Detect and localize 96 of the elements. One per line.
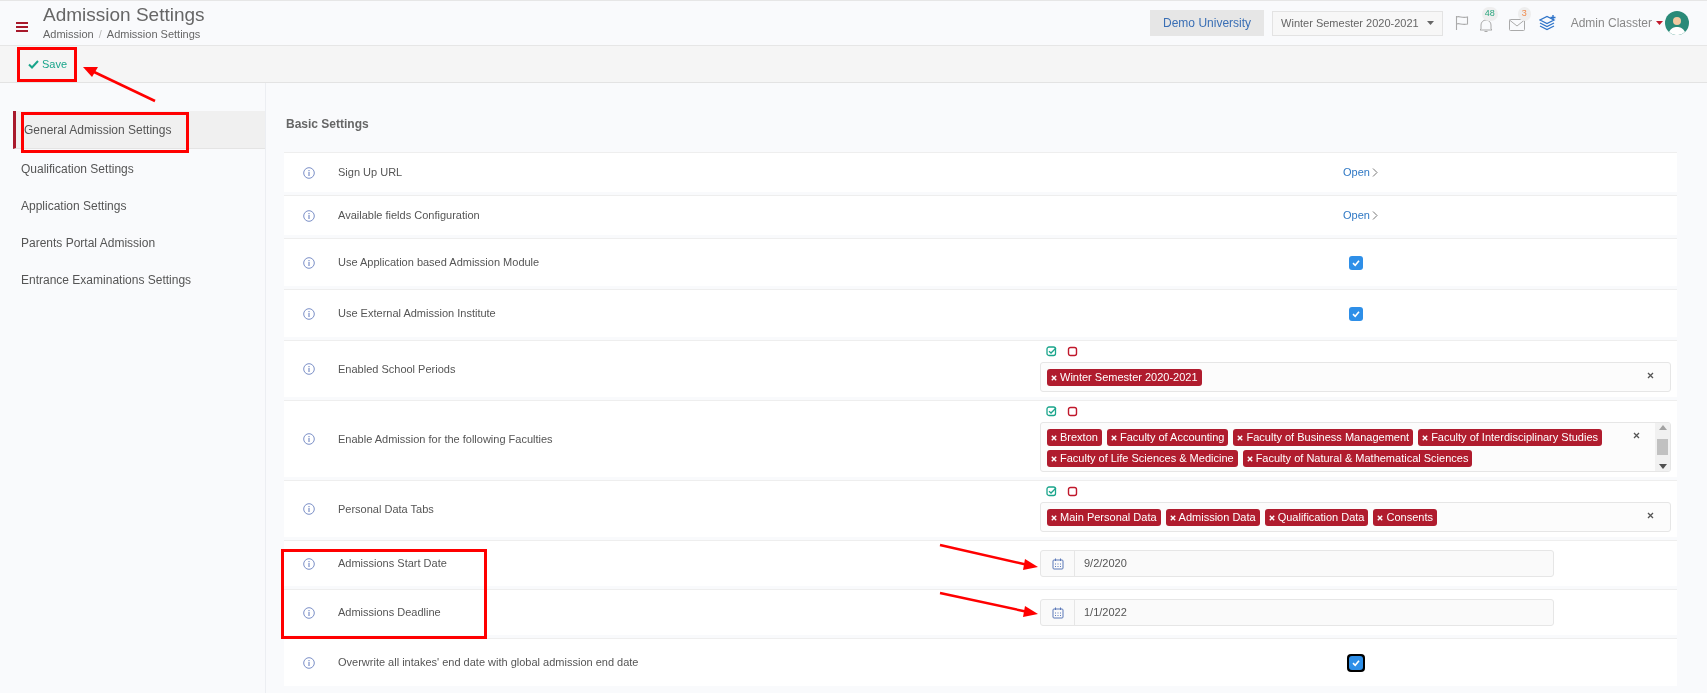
date-value: 9/2/2020 <box>1083 556 1127 572</box>
remove-icon[interactable] <box>1110 434 1117 441</box>
setting-label: Admissions Deadline <box>338 605 441 621</box>
info-icon[interactable] <box>303 256 315 269</box>
remove-icon[interactable] <box>1246 455 1253 462</box>
setting-label: Use External Admission Institute <box>338 306 496 322</box>
info-icon[interactable] <box>303 557 315 570</box>
breadcrumb-link[interactable]: Admission <box>43 25 94 43</box>
remove-icon[interactable] <box>1051 434 1057 441</box>
mail-icon[interactable] <box>1508 19 1525 31</box>
layers-plus-icon[interactable] <box>1538 15 1557 31</box>
deselect-all-icon[interactable] <box>1067 346 1078 357</box>
info-icon[interactable] <box>303 307 315 320</box>
setting-label: Sign Up URL <box>338 165 403 181</box>
setting-label: Personal Data Tabs <box>338 501 434 517</box>
tag: Winter Semester 2020-2021 <box>1047 369 1202 386</box>
deselect-all-icon[interactable] <box>1067 406 1078 417</box>
sidebar-item[interactable]: General Admission Settings <box>13 111 265 149</box>
setting-label: Use Application based Admission Module <box>338 255 540 271</box>
tag: Consents <box>1373 509 1437 526</box>
breadcrumb-current: Admission Settings <box>106 26 201 42</box>
setting-label: Enable Admission for the following Faculties <box>338 431 553 447</box>
date-field[interactable]: 9/2/2020 <box>1040 550 1554 577</box>
info-icon[interactable] <box>303 503 315 515</box>
select-all-icon[interactable] <box>1046 486 1057 497</box>
calendar-icon[interactable] <box>1051 606 1064 619</box>
remove-icon[interactable] <box>1051 374 1057 381</box>
tag: Faculty of Natural & Mathematical Sciences <box>1242 450 1473 467</box>
remove-icon[interactable] <box>1237 434 1244 441</box>
info-icon[interactable] <box>303 433 315 445</box>
breadcrumb-separator: / <box>98 26 102 42</box>
info-icon[interactable] <box>303 656 315 669</box>
remove-icon[interactable] <box>1268 514 1275 521</box>
remove-icon[interactable] <box>1051 514 1057 521</box>
clear-icon[interactable] <box>1647 372 1654 379</box>
tag-select-field[interactable]: Winter Semester 2020-2021 <box>1040 362 1671 392</box>
tag: Qualification Data <box>1264 509 1369 526</box>
sidebar-item[interactable]: Parents Portal Admission <box>0 226 265 260</box>
tag: Admission Data <box>1165 509 1260 526</box>
check-icon <box>1350 657 1361 668</box>
open-link[interactable]: Open <box>1343 164 1378 181</box>
tag: Brexton <box>1047 429 1102 446</box>
remove-icon[interactable] <box>1422 434 1429 441</box>
tag-select-field[interactable]: Main Personal Data Admission Data Qualification Data Consents <box>1040 502 1671 532</box>
checkbox[interactable] <box>1348 306 1363 321</box>
tag: Faculty of Life Sciences & Medicine <box>1047 450 1238 467</box>
checkbox[interactable] <box>1348 255 1363 270</box>
avatar[interactable] <box>1665 11 1689 35</box>
page-title: Admission Settings <box>43 3 205 26</box>
section-title: Basic Settings <box>285 116 370 133</box>
deselect-all-icon[interactable] <box>1067 486 1078 497</box>
setting-label: Admissions Start Date <box>338 556 447 572</box>
message-badge: 3 <box>1517 7 1531 21</box>
remove-icon[interactable] <box>1377 514 1384 521</box>
info-icon[interactable] <box>303 209 315 222</box>
remove-icon[interactable] <box>1051 455 1057 462</box>
calendar-icon[interactable] <box>1051 557 1064 570</box>
tag: Faculty of Accounting <box>1106 429 1229 446</box>
menu-icon[interactable] <box>16 22 28 32</box>
tag: Main Personal Data <box>1047 509 1161 526</box>
setting-label: Available fields Configuration <box>338 208 480 224</box>
open-link[interactable]: Open <box>1343 207 1378 224</box>
scroll-down-icon[interactable] <box>1658 464 1667 469</box>
annotation-box <box>17 47 77 82</box>
notification-badge: 48 <box>1481 7 1498 21</box>
check-icon <box>1350 308 1361 319</box>
date-value: 1/1/2022 <box>1083 605 1127 621</box>
institution-button[interactable]: Demo University <box>1150 10 1265 36</box>
flag-icon[interactable] <box>1454 15 1469 31</box>
setting-label: Enabled School Periods <box>338 361 456 377</box>
info-icon[interactable] <box>303 606 315 619</box>
select-all-icon[interactable] <box>1046 346 1057 357</box>
tag: Faculty of Interdisciplinary Studies <box>1418 429 1603 446</box>
tag: Faculty of Business Management <box>1233 429 1414 446</box>
check-icon <box>1350 257 1361 268</box>
tag-select-field[interactable]: Brexton Faculty of Accounting Faculty of Business Management Faculty of Interdisciplinary Studies Faculty of Life Sciences & Medicine Faculty of Natural & Mathematical Sciences <box>1040 422 1671 472</box>
select-all-icon[interactable] <box>1046 406 1057 417</box>
scrollbar[interactable] <box>1655 423 1670 471</box>
remove-icon[interactable] <box>1169 514 1176 521</box>
user-menu[interactable]: Admin Classter <box>1570 14 1663 32</box>
scroll-up-icon[interactable] <box>1658 425 1667 430</box>
caret-icon <box>1656 21 1663 25</box>
sidebar-item[interactable]: Entrance Examinations Settings <box>0 263 265 297</box>
sidebar-item[interactable]: Application Settings <box>0 189 265 223</box>
period-dropdown[interactable]: Winter Semester 2020-2021 <box>1272 10 1443 36</box>
sidebar-item[interactable]: Qualification Settings <box>0 152 265 186</box>
chevron-right-icon <box>1371 211 1378 220</box>
clear-icon[interactable] <box>1633 432 1640 439</box>
info-icon[interactable] <box>303 166 315 179</box>
info-icon[interactable] <box>303 363 315 375</box>
clear-icon[interactable] <box>1647 512 1654 519</box>
setting-label: Overwrite all intakes' end date with global admission end date <box>338 655 639 671</box>
caret-icon <box>1426 21 1434 25</box>
chevron-right-icon <box>1371 168 1378 177</box>
check-icon <box>28 59 39 69</box>
date-field[interactable]: 1/1/2022 <box>1040 599 1554 626</box>
